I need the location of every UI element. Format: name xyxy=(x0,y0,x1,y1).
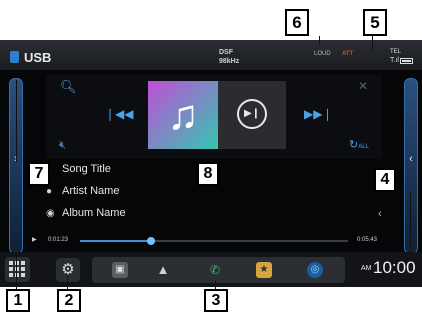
artist-icon: ● xyxy=(46,186,53,197)
sample-rate: 98kHz xyxy=(219,58,240,65)
album-artwork[interactable]: ♫ xyxy=(148,81,218,149)
music-note-icon: ♫ xyxy=(167,91,199,138)
source-label: USB xyxy=(24,50,52,65)
battery-icon xyxy=(400,58,413,64)
clock-ampm: AM xyxy=(361,265,372,272)
control-panel: 🔍︎ ❘◀◀ ▶▶❘ 🔇︎ ✕ ↻ALL ♫ ▶❙ xyxy=(46,75,382,159)
status-bar: USB DSF 98kHz LOUD ATT TEL T.ıl xyxy=(0,40,422,70)
usb-source-icon xyxy=(10,51,19,63)
song-title-row: ♪Song Title xyxy=(46,163,111,185)
favorite-icon[interactable]: ★ xyxy=(256,262,272,278)
chevron-left-small-icon[interactable]: ‹ xyxy=(378,208,382,220)
format-info: DSF 98kHz xyxy=(219,48,239,66)
progress-knob[interactable] xyxy=(147,237,156,245)
leader-line-3 xyxy=(215,281,216,289)
navigation-icon[interactable]: ▲ xyxy=(155,262,171,278)
leader-line-2 xyxy=(67,276,68,290)
clock: 10:00 xyxy=(373,258,416,277)
previous-track-icon[interactable]: ❘◀◀ xyxy=(105,107,134,121)
phone-icon[interactable]: ✆︎ xyxy=(207,262,223,278)
signal-icon: T.ıl xyxy=(390,57,399,64)
progress-fill xyxy=(80,240,152,242)
artist-name: Artist Name xyxy=(62,185,120,197)
callout-8: 8 xyxy=(197,162,219,186)
leader-line-1 xyxy=(16,253,17,290)
progress-bar[interactable] xyxy=(80,237,348,245)
format-type: DSF xyxy=(219,49,233,56)
att-indicator: ATT xyxy=(342,51,354,57)
artist-row: ● Artist Name xyxy=(46,185,119,207)
next-track-icon[interactable]: ▶▶❘ xyxy=(304,107,333,121)
callout-6: 6 xyxy=(285,9,309,36)
settings-button[interactable]: ⚙︎ xyxy=(56,258,80,282)
shortcut-bar: ▣ ▲ ✆︎ ★ ◎ xyxy=(92,257,345,283)
search-icon[interactable]: 🔍︎ xyxy=(60,79,77,95)
leader-line-4 xyxy=(410,192,411,249)
callout-4: 4 xyxy=(374,168,396,192)
mute-icon[interactable]: 🔇︎ xyxy=(59,139,66,152)
total-time: 0:05:43 xyxy=(357,237,378,243)
play-pause-button[interactable]: ▶❙ xyxy=(237,99,267,129)
playing-indicator-icon: ▶ xyxy=(32,237,37,243)
leader-line-7 xyxy=(16,80,17,162)
repeat-button[interactable]: ↻ALL xyxy=(349,138,369,151)
loud-indicator: LOUD xyxy=(314,51,331,57)
leader-line-5 xyxy=(372,36,373,50)
chevron-left-icon: ‹ xyxy=(409,153,413,165)
callout-1: 1 xyxy=(6,289,30,312)
album-name: Album Name xyxy=(62,207,126,219)
audio-icon[interactable]: ◎ xyxy=(307,262,323,278)
play-pause-area: ▶❙ xyxy=(218,81,286,149)
bottom-dock: ⚙︎ ▣ ▲ ✆︎ ★ ◎ AM 10:00 xyxy=(0,252,422,287)
leader-line-6 xyxy=(319,36,320,44)
song-title: Song Title xyxy=(62,163,111,175)
callout-5: 5 xyxy=(363,9,387,36)
right-panel-handle[interactable]: ‹ xyxy=(404,78,418,254)
album-row[interactable]: ◉ Album Name xyxy=(46,207,126,229)
elapsed-time: 0:01:23 xyxy=(48,237,69,243)
callout-3: 3 xyxy=(204,289,228,312)
play-pause-icon: ▶❙ xyxy=(243,108,261,119)
callout-2: 2 xyxy=(57,289,81,312)
repeat-mode-label: ALL xyxy=(358,144,369,150)
tel-indicator: TEL xyxy=(390,49,402,55)
callout-7: 7 xyxy=(28,162,50,186)
home-grid-button[interactable] xyxy=(5,257,30,282)
album-icon: ◉ xyxy=(46,208,55,219)
repeat-icon: ↻ xyxy=(349,139,359,151)
shuffle-icon[interactable]: ✕ xyxy=(358,79,368,93)
media-icon[interactable]: ▣ xyxy=(112,262,128,278)
